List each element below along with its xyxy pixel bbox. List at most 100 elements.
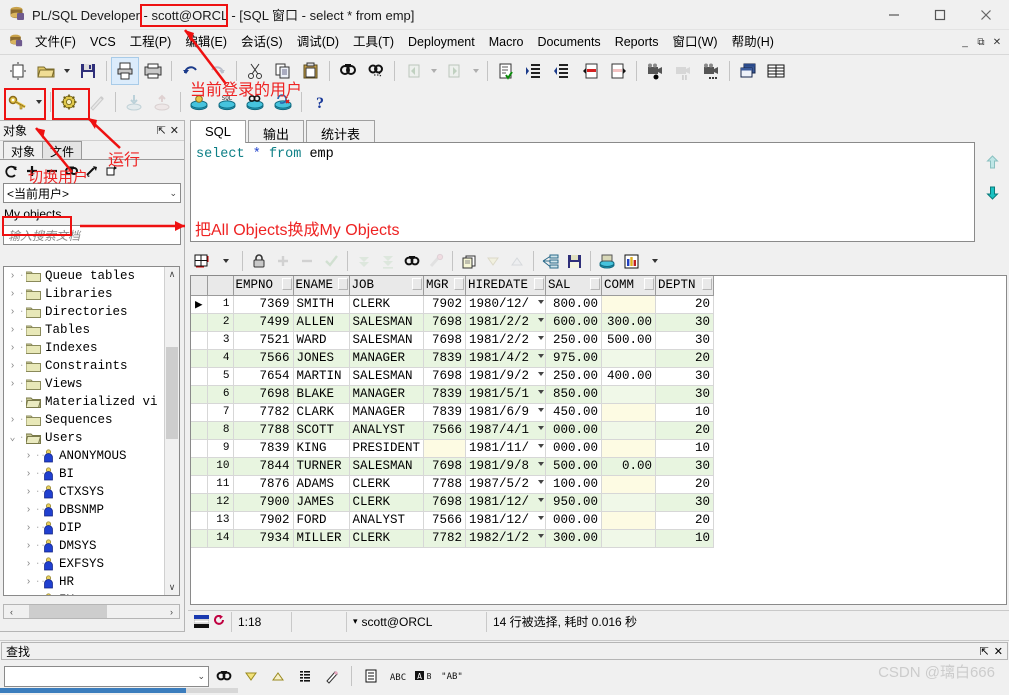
column-header-comm[interactable]: COMM: [601, 276, 657, 296]
cell-empno[interactable]: 7902: [233, 511, 294, 530]
cell-ename[interactable]: ADAMS: [293, 475, 350, 494]
scroll-left-icon[interactable]: ‹: [4, 607, 19, 617]
tree-node[interactable]: › ·· HR: [4, 573, 179, 591]
cell-comm[interactable]: [601, 529, 657, 548]
cell-hiredate[interactable]: 1981/4/2: [465, 349, 547, 368]
object-tree[interactable]: › ·· Queue tables › ·· Libraries › ·· Directorie…: [3, 266, 180, 596]
filter-icon[interactable]: [83, 163, 100, 180]
sort-asc-icon[interactable]: [505, 250, 529, 272]
cell-sal[interactable]: 975.00: [545, 349, 603, 368]
column-header-job[interactable]: JOB: [349, 276, 425, 296]
cell-mgr[interactable]: 7839: [423, 385, 467, 404]
cell-comm[interactable]: [601, 421, 657, 440]
remove-icon[interactable]: [43, 163, 60, 180]
cell-deptno[interactable]: 20: [655, 349, 715, 368]
chevron-right-icon[interactable]: ›: [6, 289, 19, 300]
cell-deptno[interactable]: 10: [655, 403, 715, 422]
logon-dropdown-icon[interactable]: [32, 88, 46, 116]
cell-empno[interactable]: 7876: [233, 475, 294, 494]
logon-key-icon[interactable]: [4, 88, 32, 116]
cell-mgr[interactable]: 7566: [423, 511, 467, 530]
menu-item-documents[interactable]: Documents: [530, 32, 607, 52]
fetch-next-page-icon[interactable]: [352, 250, 376, 272]
date-dropdown-icon[interactable]: [538, 299, 545, 304]
cell-mgr[interactable]: [423, 439, 467, 458]
close-icon[interactable]: ✕: [170, 124, 179, 137]
cell-hiredate[interactable]: 1981/2/2: [465, 331, 547, 350]
cell-ename[interactable]: CLARK: [293, 403, 350, 422]
date-dropdown-icon[interactable]: [538, 515, 545, 520]
mdi-restore-icon[interactable]: ⧉: [973, 34, 989, 50]
delete-row-icon[interactable]: [295, 250, 319, 272]
cell-ename[interactable]: SMITH: [293, 295, 350, 314]
chevron-right-icon[interactable]: ›: [22, 595, 35, 596]
cell-sal[interactable]: 950.00: [545, 493, 603, 512]
table-row[interactable]: 4 7566 JONES MANAGER 7839 1981/4/2 975.00 20: [191, 349, 715, 368]
print-icon[interactable]: [111, 57, 139, 85]
row-marker[interactable]: [191, 313, 208, 332]
date-dropdown-icon[interactable]: [538, 389, 545, 394]
row-marker[interactable]: ▶: [191, 295, 208, 314]
add-icon[interactable]: [23, 163, 40, 180]
row-marker[interactable]: [191, 529, 208, 548]
cell-empno[interactable]: 7499: [233, 313, 294, 332]
date-dropdown-icon[interactable]: [538, 371, 545, 376]
single-record-icon[interactable]: [595, 250, 619, 272]
cell-ename[interactable]: JONES: [293, 349, 350, 368]
chevron-right-icon[interactable]: ›: [22, 469, 35, 480]
back-dropdown-icon[interactable]: [427, 57, 441, 85]
tree-node[interactable]: › ·· DBSNMP: [4, 501, 179, 519]
cell-deptno[interactable]: 30: [655, 331, 715, 350]
help-icon[interactable]: ?: [306, 88, 334, 116]
cell-sal[interactable]: 500.00: [545, 457, 603, 476]
row-marker[interactable]: [191, 421, 208, 440]
back-icon[interactable]: [399, 57, 427, 85]
tree-node[interactable]: ›·· IX: [4, 591, 179, 596]
cell-mgr[interactable]: 7782: [423, 529, 467, 548]
object-filter-row[interactable]: My objects: [0, 204, 184, 224]
refresh-icon[interactable]: [3, 163, 20, 180]
table-row[interactable]: ▶ 1 7369 SMITH CLERK 7902 1980/12/800.00 20: [191, 295, 715, 314]
cell-hiredate[interactable]: 1981/6/9: [465, 403, 547, 422]
tree-vertical-scrollbar[interactable]: ∧ ∨: [164, 267, 179, 595]
cell-job[interactable]: CLERK: [349, 295, 425, 314]
date-dropdown-icon[interactable]: [538, 479, 545, 484]
table-row[interactable]: 11 7876 ADAMS CLERK 7788 1987/5/2 100.00 20: [191, 475, 715, 494]
date-dropdown-icon[interactable]: [538, 353, 545, 358]
cell-comm[interactable]: [601, 349, 657, 368]
cell-sal[interactable]: 600.00: [545, 313, 603, 332]
table-row[interactable]: 5 7654 MARTIN SALESMAN 7698 1981/9/2 250.00 400…: [191, 367, 715, 386]
chevron-right-icon[interactable]: ›: [22, 523, 35, 534]
cell-deptno[interactable]: 30: [655, 385, 715, 404]
chevron-down-icon[interactable]: ⌄: [6, 432, 19, 444]
row-marker[interactable]: [191, 403, 208, 422]
pin-icon[interactable]: ⇱: [157, 124, 166, 137]
cell-mgr[interactable]: 7698: [423, 367, 467, 386]
forward-icon[interactable]: [441, 57, 469, 85]
cell-deptno[interactable]: 30: [655, 313, 715, 332]
table-row[interactable]: 6 7698 BLAKE MANAGER 7839 1981/5/1 850.00 30: [191, 385, 715, 404]
pin-icon[interactable]: ⇱: [980, 645, 989, 658]
cell-deptno[interactable]: 20: [655, 475, 715, 494]
uncomment-icon[interactable]: [604, 57, 632, 85]
cell-comm[interactable]: [601, 385, 657, 404]
import-icon[interactable]: [120, 88, 148, 116]
column-header-ename[interactable]: ENAME: [293, 276, 350, 296]
table-row[interactable]: 13 7902 FORD ANALYST 7566 1981/12/000.00 20: [191, 511, 715, 530]
chevron-right-icon[interactable]: ›: [22, 451, 35, 462]
row-marker[interactable]: [191, 331, 208, 350]
tree-node[interactable]: › ·· EXFSYS: [4, 555, 179, 573]
date-dropdown-icon[interactable]: [538, 407, 545, 412]
cell-empno[interactable]: 7782: [233, 403, 294, 422]
cell-deptno[interactable]: 20: [655, 421, 715, 440]
pause-macro-icon[interactable]: [669, 57, 697, 85]
cell-ename[interactable]: ALLEN: [293, 313, 350, 332]
open-icon[interactable]: [32, 57, 60, 85]
grid-layout-icon[interactable]: [190, 250, 214, 272]
cell-job[interactable]: CLERK: [349, 493, 425, 512]
cell-hiredate[interactable]: 1987/4/1: [465, 421, 547, 440]
undo-icon[interactable]: [176, 57, 204, 85]
match-case-icon[interactable]: ABC: [386, 665, 410, 687]
scroll-up-icon[interactable]: ∧: [165, 267, 179, 282]
tree-node[interactable]: › ·· DMSYS: [4, 537, 179, 555]
